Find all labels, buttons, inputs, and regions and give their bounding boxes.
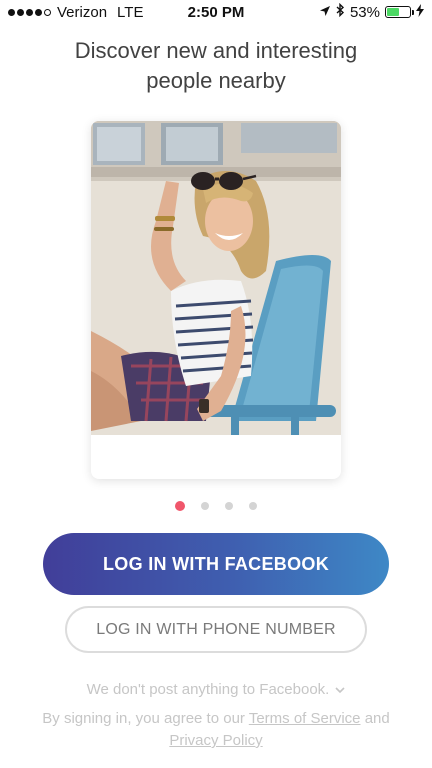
profile-photo	[91, 121, 341, 435]
legal-prefix: By signing in, you agree to our	[42, 710, 245, 727]
bluetooth-icon	[336, 2, 345, 21]
battery-icon	[385, 6, 414, 18]
legal-and: and	[364, 710, 390, 727]
carousel-dot[interactable]	[225, 502, 233, 510]
network-type: LTE	[117, 3, 144, 21]
chevron-down-icon[interactable]	[332, 685, 345, 697]
carousel-dot[interactable]	[201, 502, 209, 510]
carousel-dot[interactable]	[175, 501, 185, 511]
charging-bolt-icon	[416, 4, 424, 20]
phone-login-button[interactable]: LOG IN WITH PHONE NUMBER	[65, 606, 367, 653]
status-right: 53%	[319, 2, 424, 21]
headline-line-1: Discover new and interesting	[74, 38, 358, 63]
carrier-name: Verizon	[57, 3, 108, 21]
facebook-privacy-note[interactable]: We don't post anything to Facebook.	[0, 681, 432, 698]
facebook-login-button[interactable]: LOG IN WITH FACEBOOK	[43, 533, 389, 595]
facebook-privacy-note-text: We don't post anything to Facebook.	[86, 681, 330, 698]
headline-line-2: people nearby	[146, 68, 286, 93]
legal-text: By signing in, you agree to our Terms of…	[40, 708, 392, 752]
profile-photo-illustration	[91, 121, 341, 435]
battery-fill	[387, 8, 399, 16]
carousel-pager[interactable]	[0, 501, 432, 511]
location-arrow-icon	[319, 4, 331, 21]
privacy-policy-link[interactable]: Privacy Policy	[169, 732, 262, 749]
terms-of-service-link[interactable]: Terms of Service	[249, 710, 361, 727]
cell-signal-icon	[8, 8, 51, 16]
status-bar: Verizon LTE 2:50 PM 53%	[0, 0, 432, 24]
status-left: Verizon LTE	[8, 4, 158, 21]
headline: Discover new and interesting people near…	[0, 36, 432, 96]
profile-card[interactable]	[91, 121, 341, 479]
carousel-dot[interactable]	[249, 502, 257, 510]
battery-percent: 53%	[349, 3, 380, 21]
